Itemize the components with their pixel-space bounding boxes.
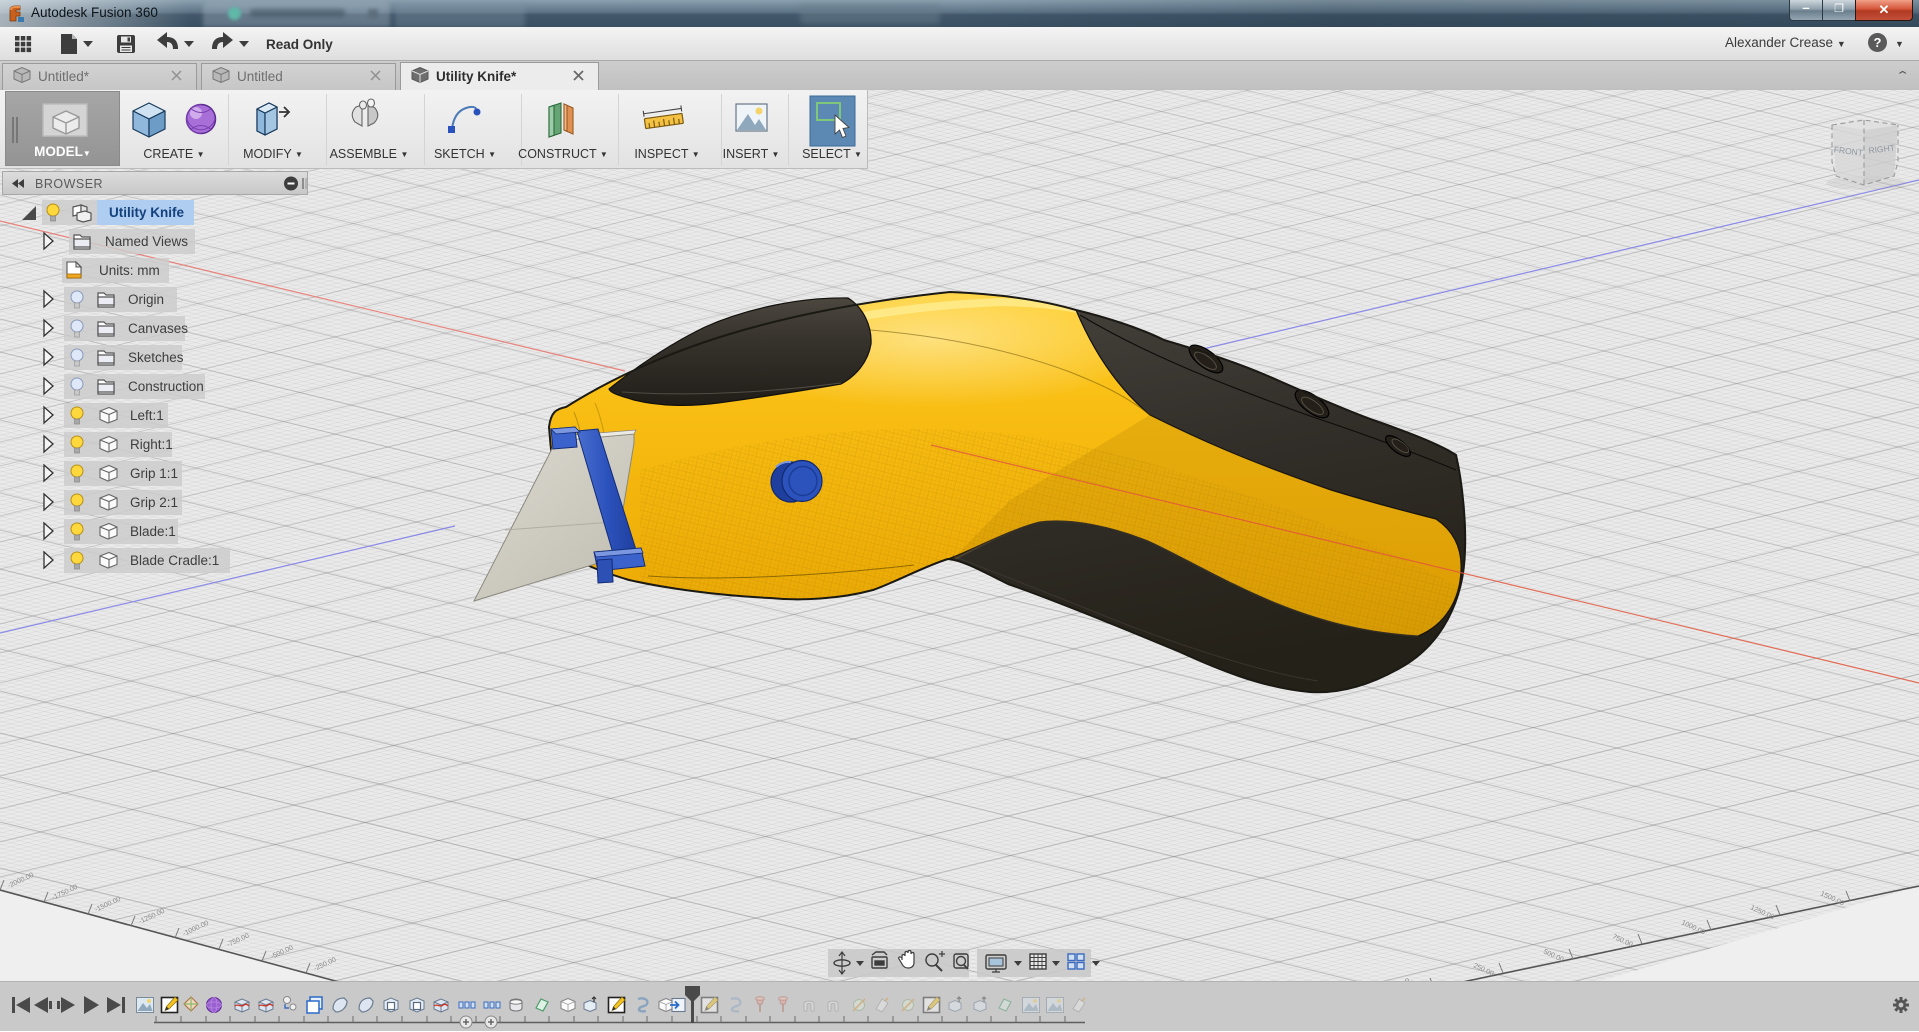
svg-text:Canvases: Canvases <box>128 321 188 336</box>
svg-text:Grip 1:1: Grip 1:1 <box>130 466 178 481</box>
svg-text:BROWSER: BROWSER <box>35 177 103 191</box>
svg-text:Utility Knife: Utility Knife <box>109 205 184 220</box>
svg-text:Units: mm: Units: mm <box>99 263 160 278</box>
svg-text:Read Only: Read Only <box>266 37 333 52</box>
svg-text:Blade Cradle:1: Blade Cradle:1 <box>130 553 219 568</box>
svg-text:Utility Knife*: Utility Knife* <box>436 69 517 84</box>
svg-text:Origin: Origin <box>128 292 164 307</box>
svg-text:Named Views: Named Views <box>105 234 188 249</box>
svg-text:Sketches: Sketches <box>128 350 184 365</box>
svg-text:Construction: Construction <box>128 379 204 394</box>
svg-text:Untitled: Untitled <box>237 69 283 84</box>
svg-text:Left:1: Left:1 <box>130 408 164 423</box>
svg-text:Right:1: Right:1 <box>130 437 173 452</box>
svg-text:Grip 2:1: Grip 2:1 <box>130 495 178 510</box>
svg-text:Blade:1: Blade:1 <box>130 524 176 539</box>
svg-text:Untitled*: Untitled* <box>38 69 90 84</box>
